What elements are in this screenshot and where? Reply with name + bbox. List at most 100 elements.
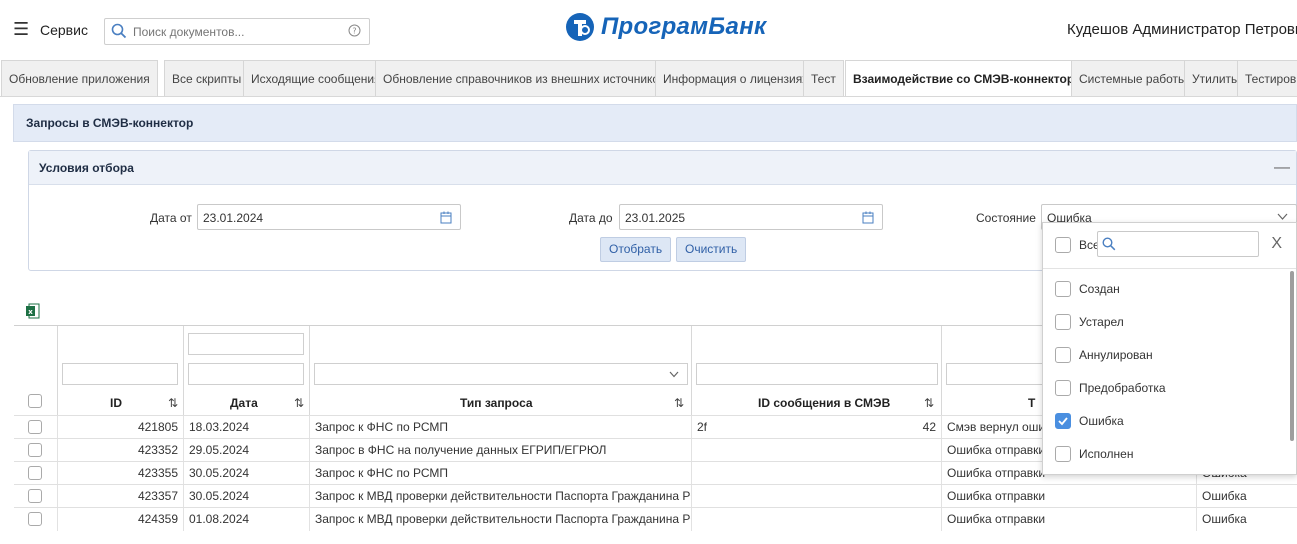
chevron-down-icon[interactable] (669, 371, 679, 378)
option-checkbox[interactable] (1055, 380, 1071, 396)
row-type: Запрос к ФНС по РСМП (310, 416, 692, 439)
row-checkbox[interactable] (28, 466, 42, 480)
logo-text: ПрограмБанк (601, 13, 767, 40)
row-smev-id-part-a: 2f (697, 420, 708, 434)
row-checkbox[interactable] (28, 489, 42, 503)
collapse-icon[interactable]: — (1274, 159, 1290, 177)
sort-icon[interactable]: ⇅ (924, 396, 934, 410)
tab-system-jobs[interactable]: Системные работы (1071, 60, 1195, 96)
tab-testing[interactable]: Тестиров (1237, 60, 1297, 96)
row-date: 30.05.2024 (184, 485, 310, 508)
option-label: Ошибка (1079, 414, 1124, 428)
table-row[interactable]: 423357 30.05.2024 Запрос к МВД проверки … (14, 484, 1297, 508)
help-icon[interactable]: ? (348, 24, 361, 37)
date-filter-to-input[interactable] (188, 363, 304, 385)
date-column-header: Дата ⇅ (184, 326, 310, 415)
row-checkbox-cell (14, 508, 58, 531)
row-state: Ошибка (1202, 489, 1247, 503)
clear-filter-button[interactable]: Очистить (676, 237, 747, 262)
row-date: 01.08.2024 (184, 508, 310, 531)
excel-export-icon[interactable]: x (26, 303, 40, 319)
tab-test[interactable]: Тест (803, 60, 844, 96)
row-smev-id-part-b (817, 508, 942, 531)
option-checkbox[interactable] (1055, 446, 1071, 462)
calendar-icon[interactable] (862, 211, 874, 224)
row-smev-id-part-a (692, 439, 817, 462)
sort-icon[interactable]: ⇅ (294, 396, 304, 410)
chevron-down-icon[interactable] (1277, 213, 1288, 221)
row-smev-id-part-a (692, 485, 817, 508)
type-filter-select[interactable] (314, 363, 688, 385)
select-all-checkbox[interactable] (1055, 237, 1071, 253)
option-label: Исполнен (1079, 447, 1134, 461)
row-id: 423352 (58, 439, 184, 462)
row-checkbox[interactable] (28, 512, 42, 526)
tab-all-scripts[interactable]: Все скрипты (164, 60, 250, 96)
user-name[interactable]: Кудешов Администратор Петрович (1067, 21, 1297, 38)
date-from-field[interactable]: 23.01.2024 (197, 204, 461, 230)
state-dropdown: Все X Создан Устарел Аннулирован Предобр… (1042, 222, 1297, 475)
dropdown-scrollbar[interactable] (1290, 271, 1294, 441)
option-label: Создан (1079, 282, 1120, 296)
tab-license-info[interactable]: Информация о лицензиях (655, 60, 817, 96)
dropdown-search-input[interactable] (1097, 231, 1259, 257)
status-header-label: Т (1028, 396, 1036, 410)
filter-title: Условия отбора (39, 161, 134, 175)
type-header-label: Тип запроса (460, 396, 533, 410)
tab-directory-update[interactable]: Обновление справочников из внешних источ… (375, 60, 674, 96)
smev-id-column-header: ID сообщения в СМЭВ ⇅ (692, 326, 942, 415)
smev-id-header-label: ID сообщения в СМЭВ (758, 396, 891, 410)
option-checkbox[interactable] (1055, 314, 1071, 330)
row-smev-id-part-b (817, 439, 942, 462)
search-icon (111, 23, 127, 39)
panel-header: Запросы в СМЭВ-коннектор (13, 104, 1297, 142)
calendar-icon[interactable] (440, 211, 452, 224)
sort-icon[interactable]: ⇅ (674, 396, 684, 410)
option-checkbox-checked[interactable] (1055, 413, 1071, 429)
option-label: Устарел (1079, 315, 1124, 329)
state-label: Состояние (976, 211, 1036, 225)
status-filter-input[interactable] (946, 363, 1046, 385)
apply-filter-button[interactable]: Отобрать (600, 237, 672, 262)
hamburger-menu-icon[interactable]: ☰ (13, 20, 29, 38)
bank-emblem-icon (566, 13, 594, 41)
smev-id-filter-input[interactable] (696, 363, 938, 385)
date-from-label: Дата от (150, 211, 192, 225)
row-status-text: Ошибка отправки (942, 508, 1197, 531)
row-smev-id-part-b (817, 462, 942, 485)
date-to-field[interactable]: 23.01.2025 (619, 204, 883, 230)
id-column-header: ID ⇅ (58, 326, 184, 415)
option-checkbox[interactable] (1055, 281, 1071, 297)
row-type: Запрос к МВД проверки действительности П… (310, 508, 692, 531)
row-checkbox[interactable] (28, 420, 42, 434)
table-row[interactable]: 424359 01.08.2024 Запрос к МВД проверки … (14, 507, 1297, 531)
close-icon[interactable]: X (1271, 235, 1282, 253)
select-all-column (14, 326, 58, 415)
row-type: Запрос в ФНС на получение данных ЕГРИП/Е… (310, 439, 692, 462)
row-smev-id-part-a (692, 462, 817, 485)
row-id: 424359 (58, 508, 184, 531)
sort-icon[interactable]: ⇅ (168, 396, 178, 410)
row-checkbox-cell (14, 462, 58, 485)
row-smev-id-part-a (692, 508, 817, 531)
id-filter-input[interactable] (62, 363, 178, 385)
row-date: 30.05.2024 (184, 462, 310, 485)
service-menu[interactable]: Сервис (40, 22, 88, 38)
row-id: 423355 (58, 462, 184, 485)
date-filter-from-input[interactable] (188, 333, 304, 355)
row-smev-id-part-b: 42 (817, 416, 942, 439)
document-search[interactable]: ? (104, 18, 370, 45)
date-to-value: 23.01.2025 (625, 211, 686, 225)
search-input[interactable] (133, 23, 333, 41)
row-status-text: Ошибка отправки (942, 485, 1197, 508)
checkmark-icon (1058, 417, 1068, 426)
type-column-header: Тип запроса ⇅ (310, 326, 692, 415)
tab-outgoing-messages[interactable]: Исходящие сообщения (243, 60, 389, 96)
row-checkbox[interactable] (28, 443, 42, 457)
date-to-label: Дата до (569, 211, 613, 225)
option-checkbox[interactable] (1055, 347, 1071, 363)
tab-smev-connector[interactable]: Взаимодействие со СМЭВ-коннектором (845, 60, 1099, 96)
select-all-checkbox[interactable] (28, 394, 42, 408)
tab-bar: Обновление приложения Все скрипты Исходя… (0, 55, 1297, 97)
tab-app-update[interactable]: Обновление приложения (1, 60, 158, 96)
